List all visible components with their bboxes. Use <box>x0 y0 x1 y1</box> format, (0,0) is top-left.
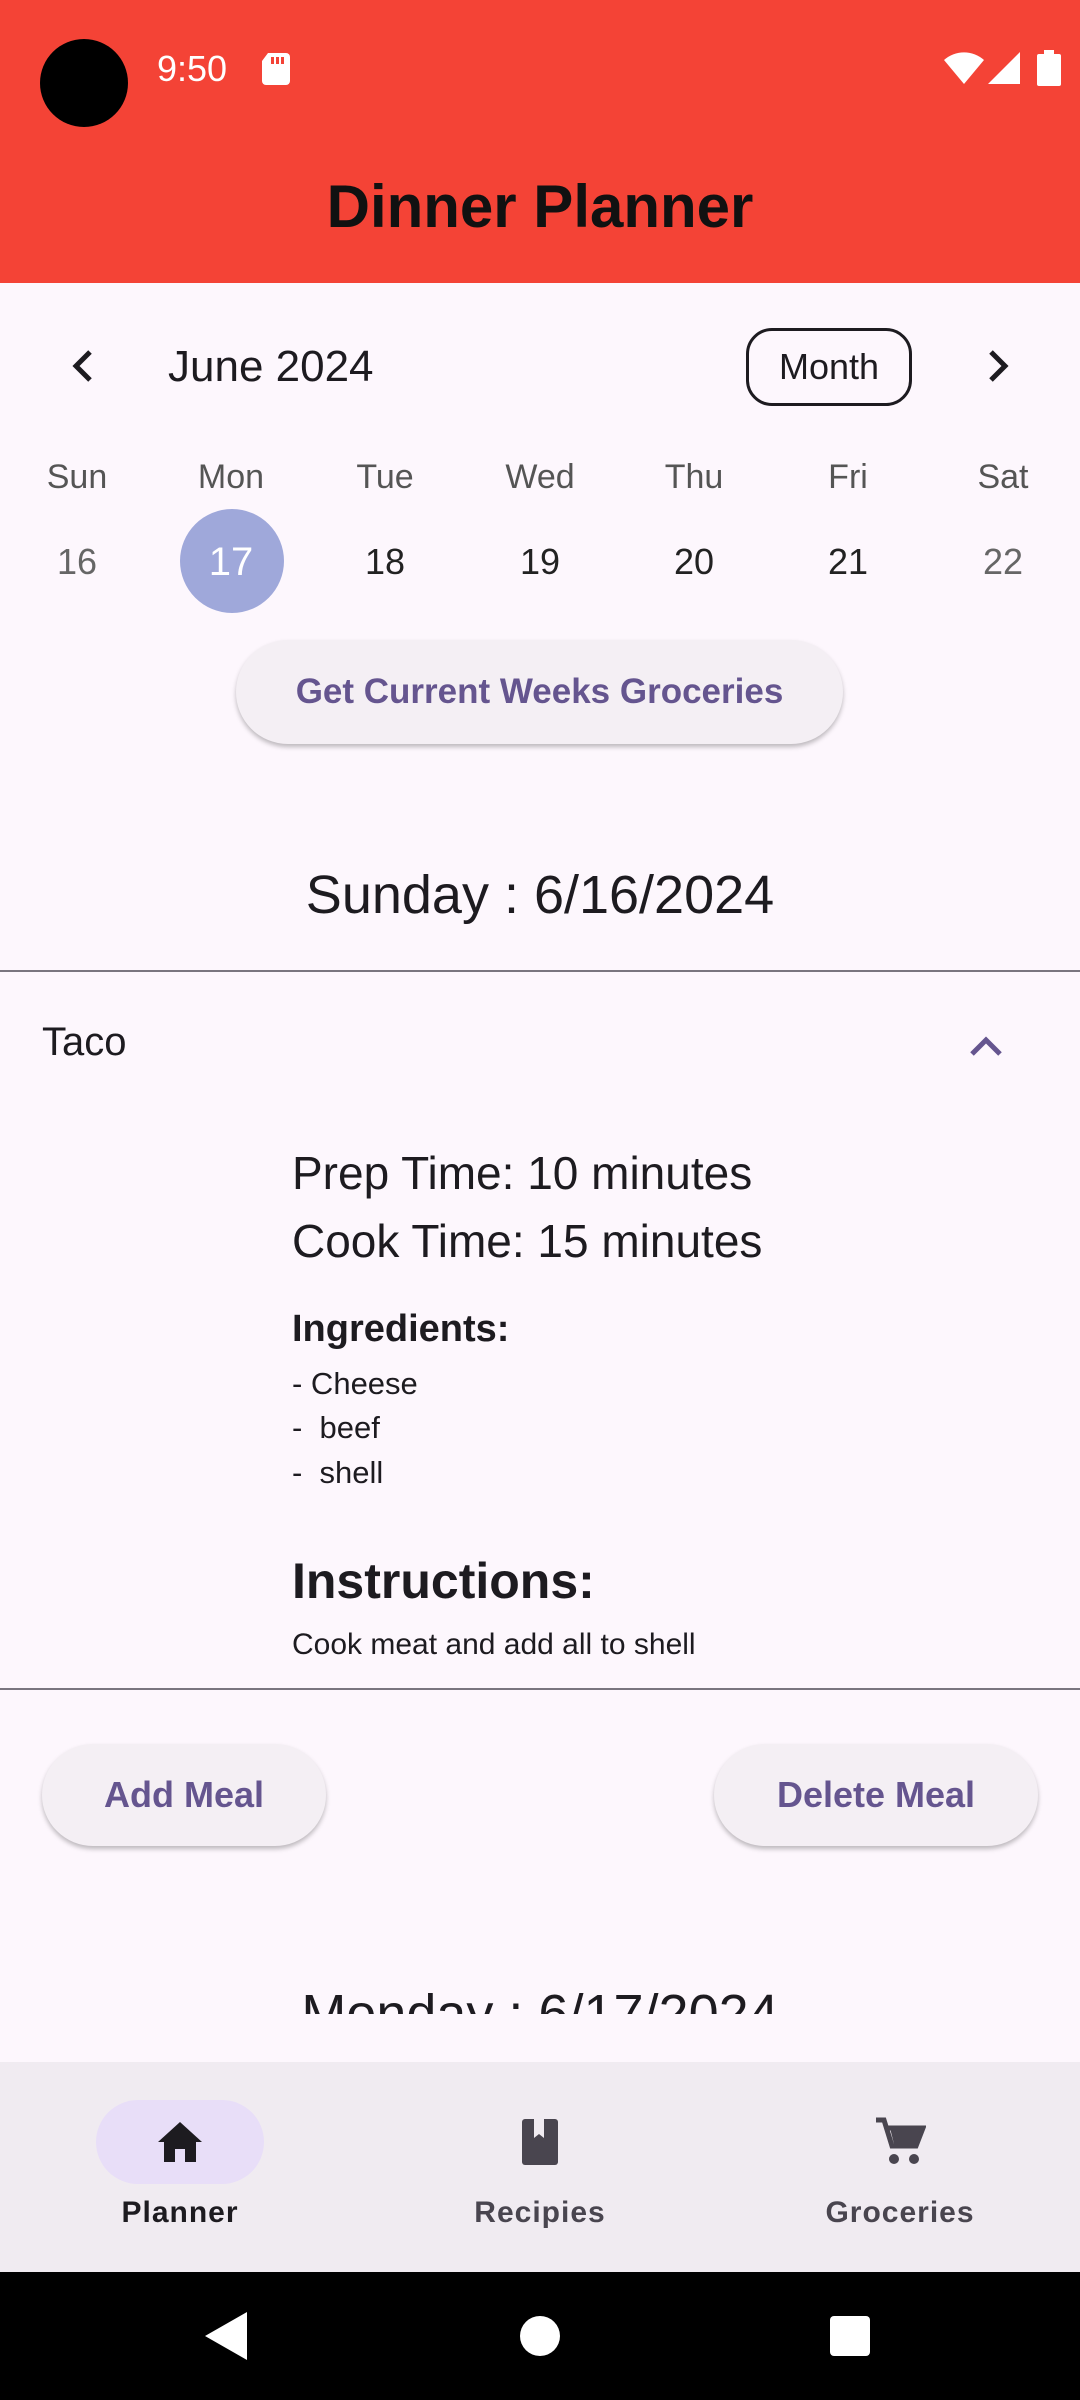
add-meal-button[interactable]: Add Meal <box>42 1744 326 1846</box>
weekday-wed: Wed <box>505 458 575 496</box>
calendar-day-20[interactable]: 20 <box>617 512 771 612</box>
weekday-mon: Mon <box>197 458 265 496</box>
ingredient-item: - Cheese <box>292 1366 418 1401</box>
next-day-heading-clipped: Monday : 6/17/2024 <box>0 1984 1080 2014</box>
nav-label-groceries: Groceries <box>825 2196 975 2229</box>
calendar-day-selected[interactable]: 17 <box>154 509 308 613</box>
day-number: 19 <box>519 541 561 582</box>
status-time: 9:50 <box>157 48 228 89</box>
meal-name[interactable]: Taco <box>42 1020 127 1065</box>
calendar-format-button[interactable]: Month <box>746 328 912 406</box>
weekday-sat: Sat <box>977 458 1029 496</box>
day-number: 22 <box>982 541 1024 582</box>
day-heading: Sunday : 6/16/2024 <box>305 865 775 925</box>
delete-meal-button[interactable]: Delete Meal <box>714 1744 1038 1846</box>
calendar-day-16[interactable]: 16 <box>0 512 154 612</box>
day-number: 17 <box>208 540 254 584</box>
calendar-day-21[interactable]: 21 <box>771 512 925 612</box>
instructions-text: Cook meat and add all to shell <box>292 1628 696 1661</box>
calendar-day-18[interactable]: 18 <box>308 512 462 612</box>
signal-icon <box>988 52 1020 84</box>
cart-icon <box>876 2117 926 2164</box>
weekday-sun: Sun <box>46 458 108 496</box>
instructions-title: Instructions: <box>292 1553 595 1609</box>
wifi-icon <box>944 52 984 84</box>
recents-button[interactable] <box>830 2316 870 2356</box>
weekday-fri: Fri <box>828 458 868 496</box>
day-number: 16 <box>56 541 98 582</box>
sd-card-icon <box>262 53 290 85</box>
divider <box>0 1688 1080 1690</box>
nav-label-planner: Planner <box>121 2196 239 2229</box>
home-icon <box>158 2122 202 2162</box>
day-number: 18 <box>364 541 406 582</box>
home-button[interactable] <box>520 2316 560 2356</box>
weekday-thu: Thu <box>664 458 724 496</box>
back-icon[interactable] <box>205 2312 247 2360</box>
nav-label-recipies: Recipies <box>474 2196 606 2229</box>
day-number: 21 <box>827 541 869 582</box>
divider <box>0 970 1080 972</box>
ingredient-item: - shell <box>292 1455 384 1490</box>
ingredients-title: Ingredients: <box>292 1308 510 1350</box>
app-title: Dinner Planner <box>326 173 754 240</box>
book-icon <box>522 2119 558 2165</box>
calendar-month-label: June 2024 <box>168 342 374 391</box>
day-number: 20 <box>673 541 715 582</box>
calendar-day-19[interactable]: 19 <box>463 512 617 612</box>
chevron-right-icon[interactable] <box>975 344 1019 388</box>
next-day-heading: Monday : 6/17/2024 <box>301 1984 779 2014</box>
ingredient-item: - beef <box>292 1410 380 1445</box>
prep-time: Prep Time: 10 minutes <box>292 1147 753 1199</box>
calendar-day-22[interactable]: 22 <box>926 512 1080 612</box>
get-groceries-button[interactable]: Get Current Weeks Groceries <box>236 640 843 744</box>
battery-icon <box>1037 50 1061 86</box>
cook-time: Cook Time: 15 minutes <box>292 1215 763 1267</box>
chevron-left-icon[interactable] <box>62 344 106 388</box>
chevron-up-icon[interactable] <box>966 1030 1006 1060</box>
weekday-tue: Tue <box>356 458 414 496</box>
camera-cutout <box>40 39 128 127</box>
